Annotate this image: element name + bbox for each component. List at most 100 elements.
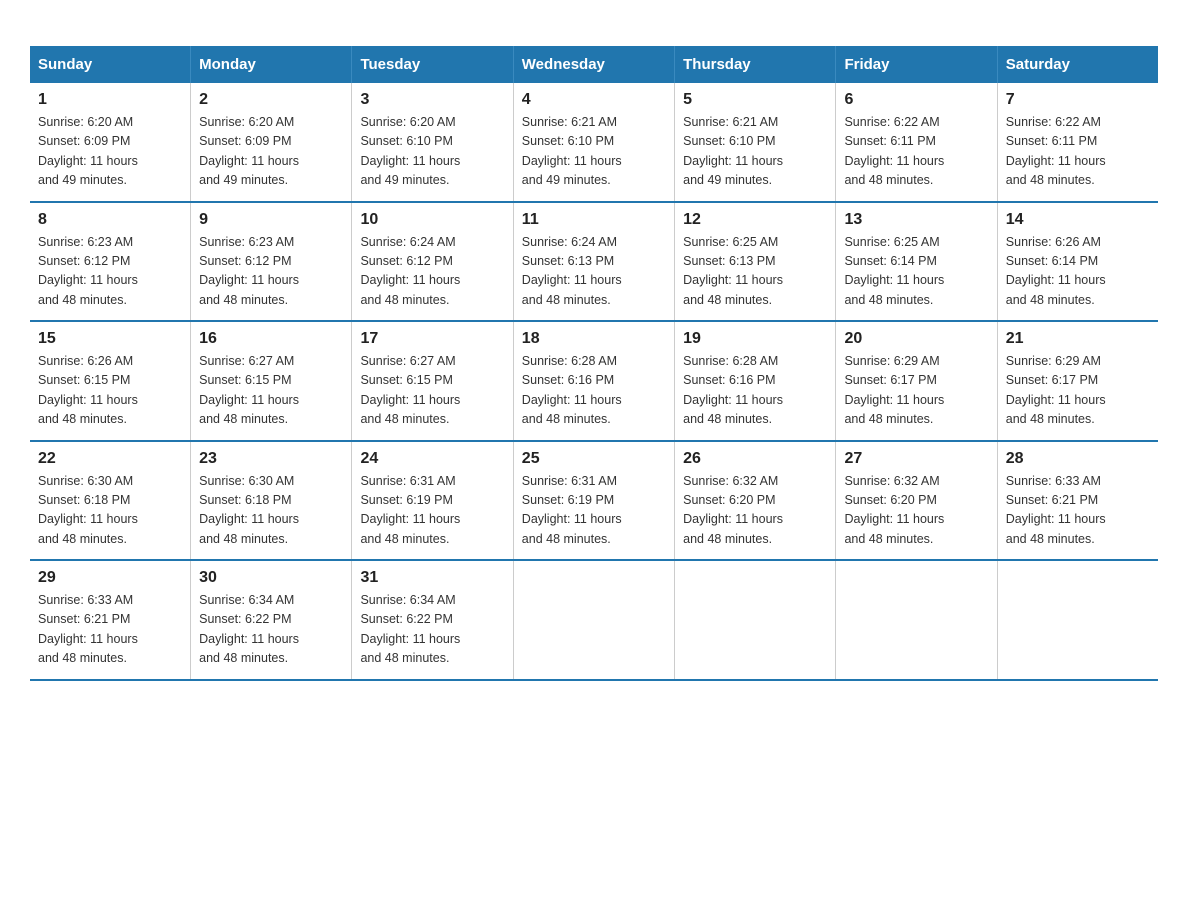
day-info: Sunrise: 6:33 AMSunset: 6:21 PMDaylight:… (38, 591, 182, 669)
day-info: Sunrise: 6:24 AMSunset: 6:13 PMDaylight:… (522, 233, 666, 311)
day-number: 14 (1006, 211, 1150, 229)
calendar-cell: 22 Sunrise: 6:30 AMSunset: 6:18 PMDayligh… (30, 441, 191, 561)
calendar-cell: 1 Sunrise: 6:20 AMSunset: 6:09 PMDaylight… (30, 83, 191, 202)
day-info: Sunrise: 6:27 AMSunset: 6:15 PMDaylight:… (360, 352, 504, 430)
calendar-cell: 16 Sunrise: 6:27 AMSunset: 6:15 PMDayligh… (191, 321, 352, 441)
day-info: Sunrise: 6:30 AMSunset: 6:18 PMDaylight:… (199, 472, 343, 550)
day-info: Sunrise: 6:24 AMSunset: 6:12 PMDaylight:… (360, 233, 504, 311)
day-info: Sunrise: 6:28 AMSunset: 6:16 PMDaylight:… (522, 352, 666, 430)
calendar-cell: 29 Sunrise: 6:33 AMSunset: 6:21 PMDayligh… (30, 560, 191, 680)
day-number: 30 (199, 569, 343, 587)
calendar-cell: 27Sunrise: 6:32 AMSunset: 6:20 PMDayligh… (836, 441, 997, 561)
calendar-cell: 9Sunrise: 6:23 AMSunset: 6:12 PMDaylight… (191, 202, 352, 322)
day-number: 25 (522, 450, 666, 468)
day-info: Sunrise: 6:21 AMSunset: 6:10 PMDaylight:… (683, 113, 827, 191)
day-info: Sunrise: 6:22 AMSunset: 6:11 PMDaylight:… (844, 113, 988, 191)
calendar-cell: 17 Sunrise: 6:27 AMSunset: 6:15 PMDayligh… (352, 321, 513, 441)
calendar-cell (997, 560, 1158, 680)
day-number: 20 (844, 330, 988, 348)
calendar-cell: 14 Sunrise: 6:26 AMSunset: 6:14 PMDayligh… (997, 202, 1158, 322)
calendar-cell: 15 Sunrise: 6:26 AMSunset: 6:15 PMDayligh… (30, 321, 191, 441)
day-info: Sunrise: 6:21 AMSunset: 6:10 PMDaylight:… (522, 113, 666, 191)
day-number: 4 (522, 91, 666, 109)
day-info: Sunrise: 6:22 AMSunset: 6:11 PMDaylight:… (1006, 113, 1150, 191)
header-wednesday: Wednesday (513, 46, 674, 83)
day-number: 24 (360, 450, 504, 468)
day-info: Sunrise: 6:33 AMSunset: 6:21 PMDaylight:… (1006, 472, 1150, 550)
day-number: 10 (360, 211, 504, 229)
day-number: 23 (199, 450, 343, 468)
calendar-cell: 5 Sunrise: 6:21 AMSunset: 6:10 PMDaylight… (675, 83, 836, 202)
page-header: General Blue (30, 20, 1158, 26)
calendar-cell: 19 Sunrise: 6:28 AMSunset: 6:16 PMDayligh… (675, 321, 836, 441)
day-info: Sunrise: 6:32 AMSunset: 6:20 PMDaylight:… (844, 472, 988, 550)
calendar-cell (513, 560, 674, 680)
header-friday: Friday (836, 46, 997, 83)
calendar-cell: 21 Sunrise: 6:29 AMSunset: 6:17 PMDayligh… (997, 321, 1158, 441)
day-info: Sunrise: 6:26 AMSunset: 6:14 PMDaylight:… (1006, 233, 1150, 311)
calendar-cell: 18 Sunrise: 6:28 AMSunset: 6:16 PMDayligh… (513, 321, 674, 441)
header-monday: Monday (191, 46, 352, 83)
calendar-week-row: 8 Sunrise: 6:23 AMSunset: 6:12 PMDaylight… (30, 202, 1158, 322)
calendar-cell: 26 Sunrise: 6:32 AMSunset: 6:20 PMDayligh… (675, 441, 836, 561)
day-number: 16 (199, 330, 343, 348)
calendar-cell: 11Sunrise: 6:24 AMSunset: 6:13 PMDayligh… (513, 202, 674, 322)
calendar-cell: 6 Sunrise: 6:22 AMSunset: 6:11 PMDaylight… (836, 83, 997, 202)
day-number: 31 (360, 569, 504, 587)
calendar-cell (836, 560, 997, 680)
day-number: 6 (844, 91, 988, 109)
calendar-header-row: SundayMondayTuesdayWednesdayThursdayFrid… (30, 46, 1158, 83)
day-info: Sunrise: 6:31 AMSunset: 6:19 PMDaylight:… (522, 472, 666, 550)
day-number: 19 (683, 330, 827, 348)
calendar-week-row: 22 Sunrise: 6:30 AMSunset: 6:18 PMDayligh… (30, 441, 1158, 561)
calendar-cell: 31 Sunrise: 6:34 AMSunset: 6:22 PMDayligh… (352, 560, 513, 680)
calendar-cell: 24Sunrise: 6:31 AMSunset: 6:19 PMDayligh… (352, 441, 513, 561)
day-number: 12 (683, 211, 827, 229)
day-info: Sunrise: 6:34 AMSunset: 6:22 PMDaylight:… (360, 591, 504, 669)
day-info: Sunrise: 6:23 AMSunset: 6:12 PMDaylight:… (199, 233, 343, 311)
calendar-cell: 4 Sunrise: 6:21 AMSunset: 6:10 PMDaylight… (513, 83, 674, 202)
calendar-cell: 28 Sunrise: 6:33 AMSunset: 6:21 PMDayligh… (997, 441, 1158, 561)
day-info: Sunrise: 6:20 AMSunset: 6:10 PMDaylight:… (360, 113, 504, 191)
calendar-cell: 13 Sunrise: 6:25 AMSunset: 6:14 PMDayligh… (836, 202, 997, 322)
day-number: 7 (1006, 91, 1150, 109)
calendar-cell: 12 Sunrise: 6:25 AMSunset: 6:13 PMDayligh… (675, 202, 836, 322)
day-number: 26 (683, 450, 827, 468)
calendar-cell: 30 Sunrise: 6:34 AMSunset: 6:22 PMDayligh… (191, 560, 352, 680)
day-info: Sunrise: 6:32 AMSunset: 6:20 PMDaylight:… (683, 472, 827, 550)
day-number: 8 (38, 211, 182, 229)
day-info: Sunrise: 6:20 AMSunset: 6:09 PMDaylight:… (199, 113, 343, 191)
header-sunday: Sunday (30, 46, 191, 83)
day-number: 22 (38, 450, 182, 468)
day-info: Sunrise: 6:34 AMSunset: 6:22 PMDaylight:… (199, 591, 343, 669)
calendar-cell: 2Sunrise: 6:20 AMSunset: 6:09 PMDaylight… (191, 83, 352, 202)
day-info: Sunrise: 6:27 AMSunset: 6:15 PMDaylight:… (199, 352, 343, 430)
day-number: 13 (844, 211, 988, 229)
calendar-cell: 7 Sunrise: 6:22 AMSunset: 6:11 PMDaylight… (997, 83, 1158, 202)
day-info: Sunrise: 6:29 AMSunset: 6:17 PMDaylight:… (1006, 352, 1150, 430)
day-number: 28 (1006, 450, 1150, 468)
day-number: 29 (38, 569, 182, 587)
calendar-week-row: 15 Sunrise: 6:26 AMSunset: 6:15 PMDayligh… (30, 321, 1158, 441)
day-info: Sunrise: 6:23 AMSunset: 6:12 PMDaylight:… (38, 233, 182, 311)
day-info: Sunrise: 6:25 AMSunset: 6:13 PMDaylight:… (683, 233, 827, 311)
day-number: 17 (360, 330, 504, 348)
header-thursday: Thursday (675, 46, 836, 83)
calendar-cell: 8 Sunrise: 6:23 AMSunset: 6:12 PMDaylight… (30, 202, 191, 322)
calendar-cell: 3Sunrise: 6:20 AMSunset: 6:10 PMDaylight… (352, 83, 513, 202)
calendar-cell: 10 Sunrise: 6:24 AMSunset: 6:12 PMDayligh… (352, 202, 513, 322)
header-tuesday: Tuesday (352, 46, 513, 83)
day-info: Sunrise: 6:28 AMSunset: 6:16 PMDaylight:… (683, 352, 827, 430)
day-info: Sunrise: 6:25 AMSunset: 6:14 PMDaylight:… (844, 233, 988, 311)
day-number: 15 (38, 330, 182, 348)
day-info: Sunrise: 6:20 AMSunset: 6:09 PMDaylight:… (38, 113, 182, 191)
calendar-week-row: 1 Sunrise: 6:20 AMSunset: 6:09 PMDaylight… (30, 83, 1158, 202)
day-info: Sunrise: 6:26 AMSunset: 6:15 PMDaylight:… (38, 352, 182, 430)
day-number: 18 (522, 330, 666, 348)
day-info: Sunrise: 6:30 AMSunset: 6:18 PMDaylight:… (38, 472, 182, 550)
day-number: 5 (683, 91, 827, 109)
calendar-week-row: 29 Sunrise: 6:33 AMSunset: 6:21 PMDayligh… (30, 560, 1158, 680)
day-number: 21 (1006, 330, 1150, 348)
calendar-cell: 25 Sunrise: 6:31 AMSunset: 6:19 PMDayligh… (513, 441, 674, 561)
day-number: 1 (38, 91, 182, 109)
